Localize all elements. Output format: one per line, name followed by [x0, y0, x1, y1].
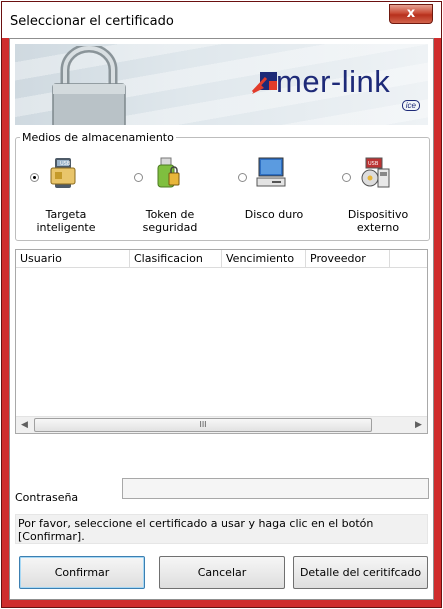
column-proveedor[interactable]: Proveedor	[306, 250, 390, 268]
column-vencimiento[interactable]: Vencimiento	[222, 250, 306, 268]
label-security-token-2: seguridad	[142, 221, 198, 234]
security-token-icon	[157, 157, 180, 188]
window-title: Seleccionar el certificado	[10, 14, 174, 29]
certificate-detail-button[interactable]: Detalle del ceritifcado	[293, 556, 428, 589]
svg-text:USB: USB	[60, 161, 71, 167]
title-bar[interactable]: Seleccionar el certificado x	[2, 2, 441, 38]
scroll-thumb[interactable]: III	[34, 418, 372, 432]
close-button[interactable]: x	[389, 4, 433, 24]
radio-security-token[interactable]	[134, 173, 143, 182]
column-usuario[interactable]: Usuario	[16, 250, 130, 268]
certificate-list[interactable]: Usuario Clasificacion Vencimiento Provee…	[15, 249, 428, 434]
instruction-message: Por favor, seleccione el certificado a u…	[15, 514, 428, 544]
password-label: Contraseña	[15, 491, 79, 504]
external-device-icon: USB	[361, 157, 390, 188]
padlock-icon	[52, 46, 126, 125]
radio-smart-card[interactable]	[30, 173, 39, 182]
label-security-token-1: Token de	[145, 208, 195, 221]
logo-badge: ice	[401, 100, 420, 111]
storage-media-legend: Medios de almacenamiento	[22, 131, 174, 144]
certificate-dialog: Seleccionar el certificado x mer-link ic…	[1, 1, 442, 608]
option-security-token[interactable]: Token de seguridad	[120, 156, 220, 246]
password-field[interactable]	[122, 478, 429, 499]
radio-hard-disk[interactable]	[238, 173, 247, 182]
label-smart-card-2: inteligente	[36, 221, 96, 234]
option-hard-disk[interactable]: Disco duro	[224, 156, 324, 246]
scroll-left-arrow-icon[interactable]: ◀	[16, 417, 33, 433]
label-smart-card-1: Targeta	[45, 208, 87, 221]
storage-media-group: Medios de almacenamiento USB Targeta int…	[15, 131, 430, 241]
label-external-device-1: Dispositivo	[347, 208, 409, 221]
header-banner: mer-link ice	[15, 44, 428, 125]
list-header: Usuario Clasificacion Vencimiento Provee…	[16, 250, 427, 268]
option-smart-card[interactable]: USB Targeta inteligente	[16, 156, 116, 246]
dialog-body: mer-link ice Medios de almacenamiento US…	[9, 38, 434, 600]
logo-text: mer-link	[276, 64, 391, 99]
svg-text:USB: USB	[368, 161, 379, 167]
label-external-device-2: externo	[356, 221, 400, 234]
option-external-device[interactable]: USB Dispositivo externo	[328, 156, 428, 246]
logo-mark-icon	[251, 72, 277, 94]
confirm-button[interactable]: Confirmar	[19, 556, 145, 589]
smart-card-icon: USB	[50, 158, 76, 188]
label-hard-disk: Disco duro	[244, 208, 304, 221]
mer-link-logo: mer-link ice	[250, 64, 420, 114]
radio-external-device[interactable]	[342, 173, 351, 182]
cancel-button[interactable]: Cancelar	[159, 556, 285, 589]
horizontal-scrollbar[interactable]: ◀ III ▶	[16, 416, 427, 433]
column-clasificacion[interactable]: Clasificacion	[130, 250, 222, 268]
hard-disk-icon	[256, 157, 286, 187]
scroll-right-arrow-icon[interactable]: ▶	[410, 417, 427, 433]
